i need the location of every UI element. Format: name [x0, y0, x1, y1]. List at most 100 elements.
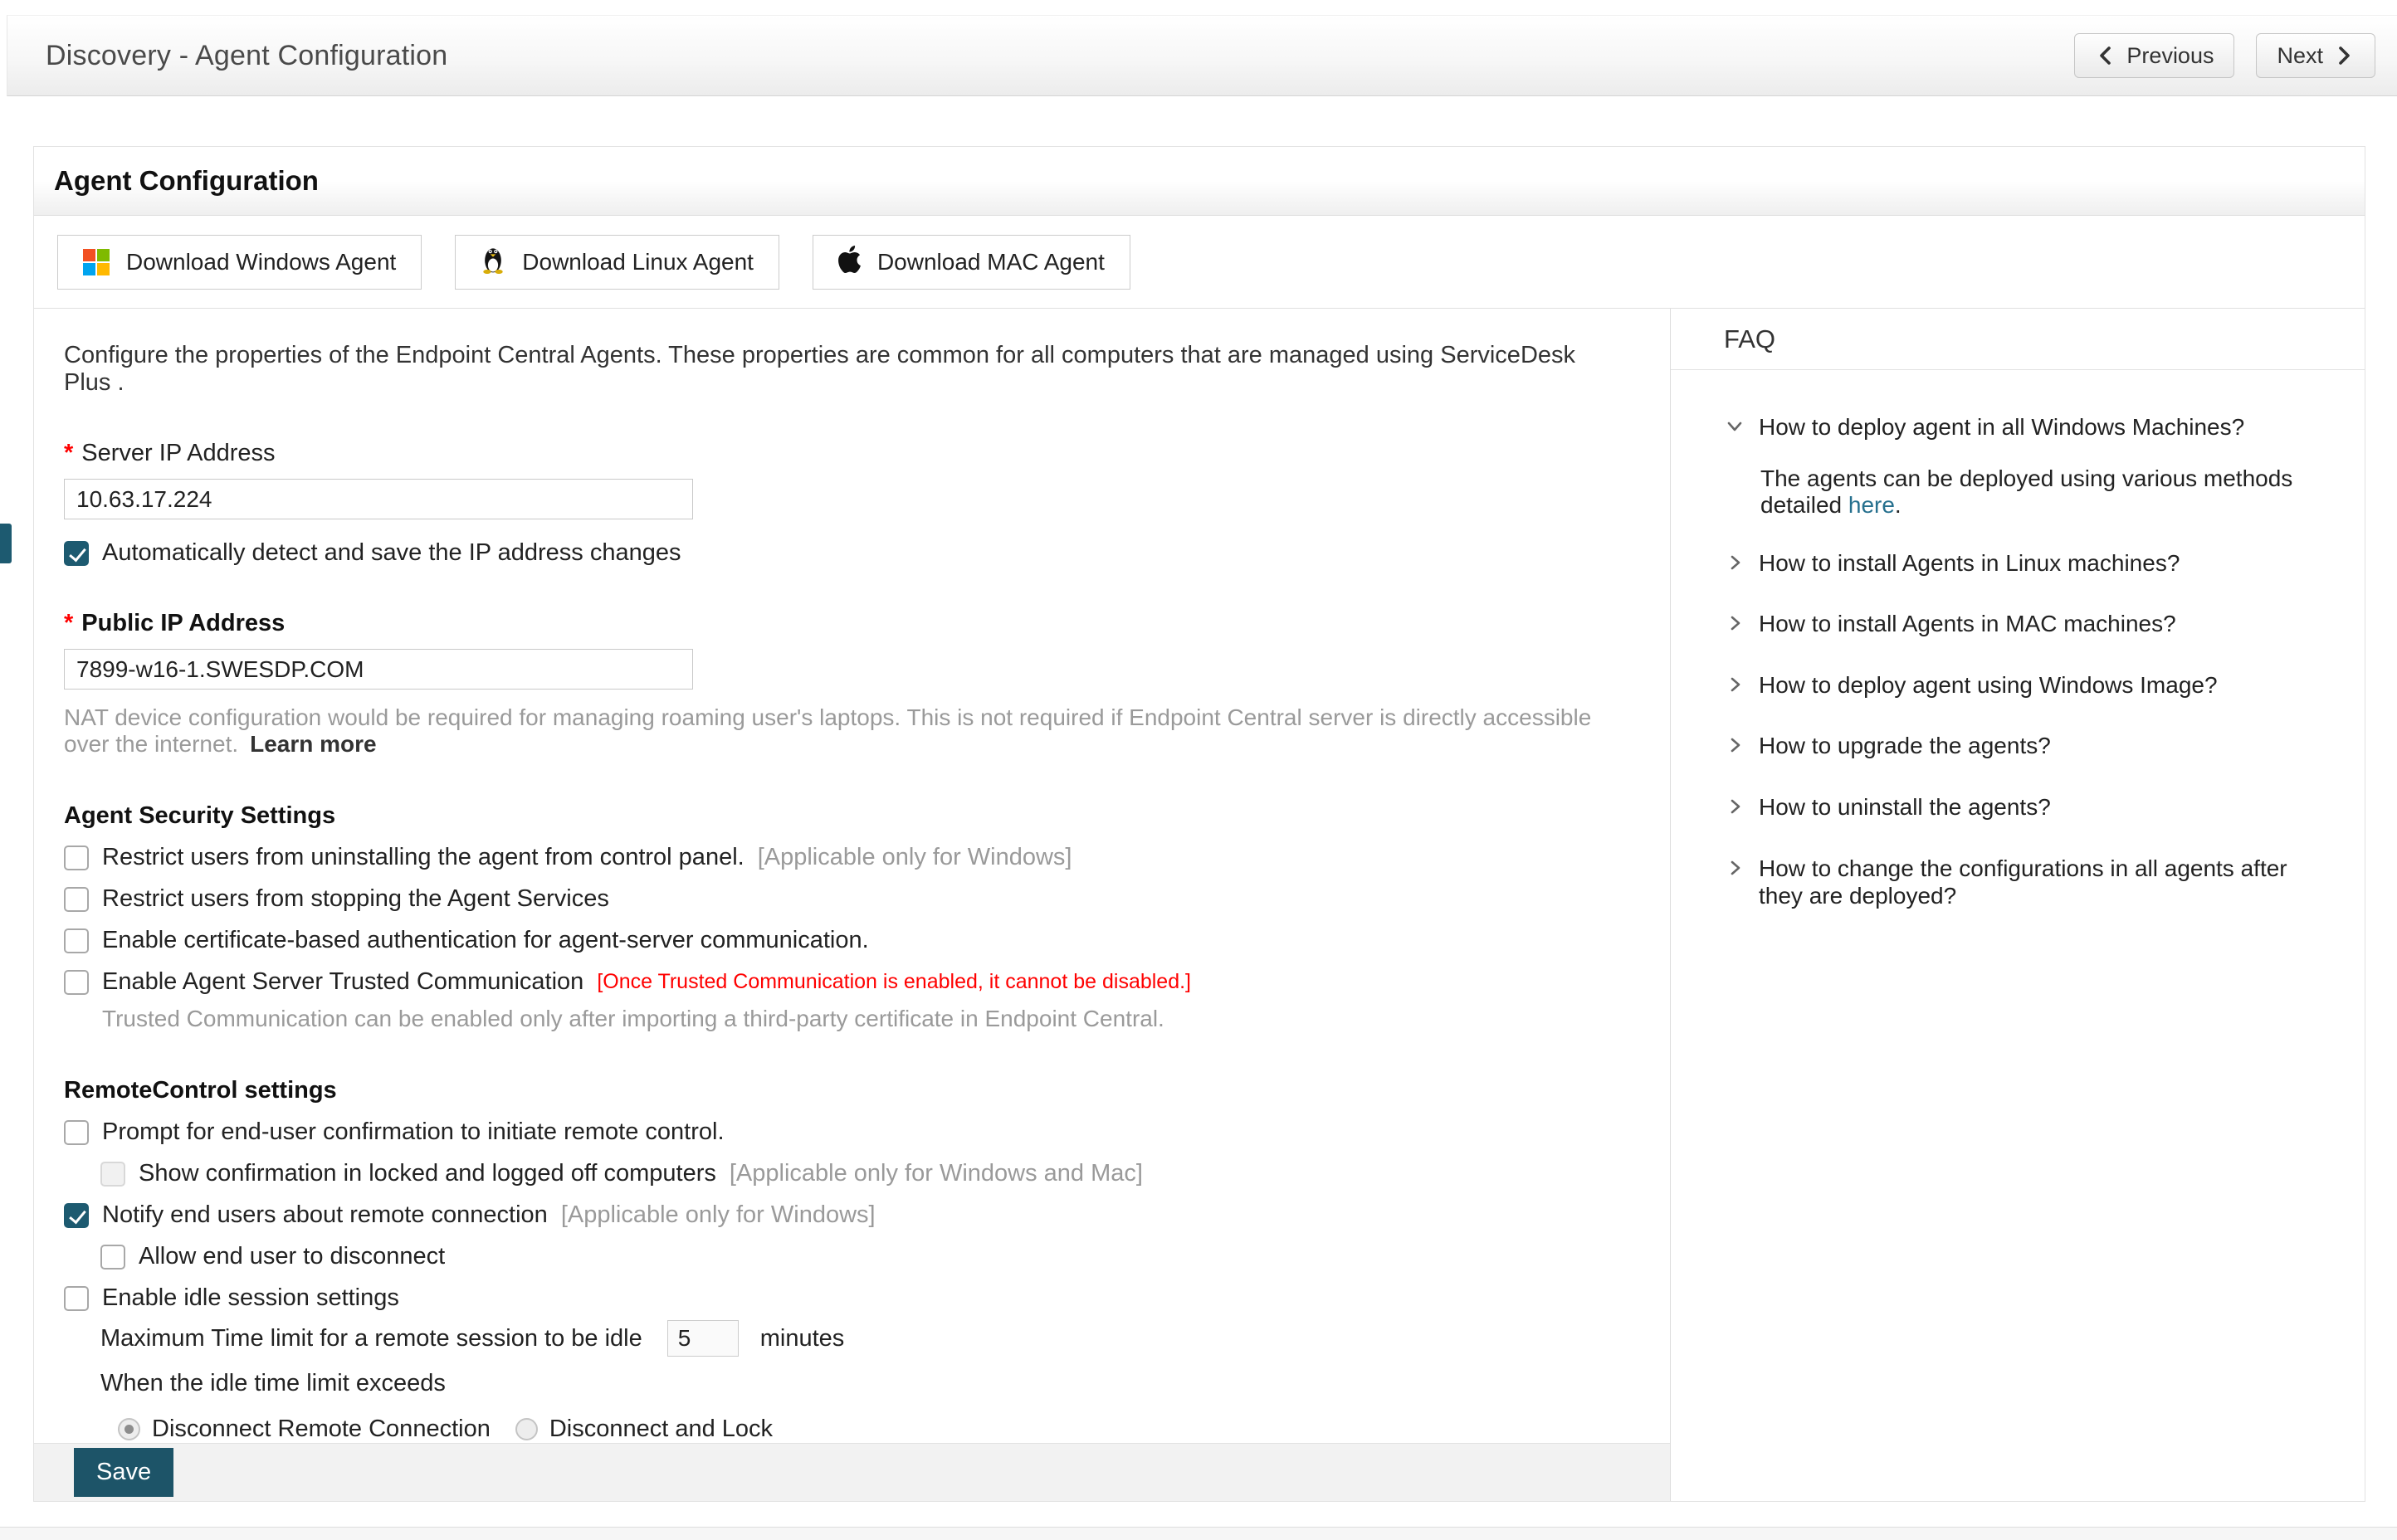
faq-list: How to deploy agent in all Windows Machi… [1671, 413, 2365, 910]
here-link[interactable]: here [1848, 492, 1895, 518]
auto-detect-checkbox[interactable] [64, 541, 89, 566]
download-linux-agent-label: Download Linux Agent [522, 249, 754, 275]
faq-item: How to install Agents in MAC machines? [1724, 610, 2315, 641]
restrict-stop-services-row[interactable]: Restrict users from stopping the Agent S… [64, 885, 609, 913]
faq-question-deploy-windows[interactable]: How to deploy agent in all Windows Machi… [1724, 413, 2315, 444]
required-asterisk: * [64, 440, 73, 466]
main-form-column: Configure the properties of the Endpoint… [34, 309, 1671, 1501]
agent-configuration-card: Agent Configuration Download Windows Age… [33, 146, 2365, 1502]
cert-auth-checkbox[interactable] [64, 928, 89, 953]
chevron-right-icon [1724, 549, 1745, 580]
faq-question-uninstall-agents[interactable]: How to uninstall the agents? [1724, 793, 2315, 824]
minutes-label: minutes [760, 1325, 845, 1352]
faq-item: How to uninstall the agents? [1724, 793, 2315, 824]
trusted-communication-subnote: Trusted Communication can be enabled onl… [102, 1006, 1620, 1032]
server-ip-input[interactable] [64, 479, 693, 519]
max-idle-input[interactable] [667, 1320, 739, 1357]
learn-more-link[interactable]: Learn more [250, 731, 377, 757]
card-header: Agent Configuration [34, 147, 2365, 216]
next-button-label: Next [2277, 43, 2323, 69]
chevron-right-icon [1724, 671, 1745, 702]
idle-action-radio-group: Disconnect Remote Connection Disconnect … [118, 1416, 1620, 1443]
form-footer: Save [34, 1443, 1670, 1501]
cert-auth-row[interactable]: Enable certificate-based authentication … [64, 927, 869, 954]
card-title: Agent Configuration [54, 165, 319, 197]
restrict-uninstall-row[interactable]: Restrict users from uninstalling the age… [64, 844, 1072, 871]
faq-item: How to deploy agent in all Windows Machi… [1724, 413, 2315, 519]
apple-logo-icon [838, 246, 861, 279]
previous-button[interactable]: Previous [2074, 33, 2234, 78]
auto-detect-row[interactable]: Automatically detect and save the IP add… [64, 539, 681, 567]
disconnect-remote-option[interactable]: Disconnect Remote Connection [118, 1416, 491, 1443]
linux-tux-icon [481, 244, 505, 280]
agent-security-heading: Agent Security Settings [64, 802, 1620, 830]
notify-end-users-checkbox[interactable] [64, 1203, 89, 1228]
windows-logo-icon [83, 249, 110, 275]
server-ip-label: *Server IP Address [64, 440, 1620, 467]
wizard-nav: Previous Next [2074, 33, 2375, 78]
download-windows-agent-label: Download Windows Agent [126, 249, 396, 275]
max-idle-row: Maximum Time limit for a remote session … [100, 1320, 1620, 1357]
show-confirmation-checkbox[interactable] [100, 1162, 125, 1187]
prompt-confirmation-row[interactable]: Prompt for end-user confirmation to init… [64, 1118, 725, 1146]
restrict-stop-services-checkbox[interactable] [64, 887, 89, 912]
trusted-communication-checkbox[interactable] [64, 970, 89, 995]
faq-question-upgrade-agents[interactable]: How to upgrade the agents? [1724, 732, 2315, 763]
page-footer-strip [0, 1527, 2397, 1540]
public-ip-input[interactable] [64, 649, 693, 690]
faq-item: How to change the configurations in all … [1724, 855, 2315, 910]
main-form-body: Configure the properties of the Endpoint… [34, 309, 1670, 1443]
max-idle-label: Maximum Time limit for a remote session … [100, 1325, 642, 1352]
download-mac-agent-label: Download MAC Agent [877, 249, 1105, 275]
trusted-communication-warning: [Once Trusted Communication is enabled, … [597, 970, 1191, 994]
faq-question-windows-image[interactable]: How to deploy agent using Windows Image? [1724, 671, 2315, 702]
show-confirmation-row[interactable]: Show confirmation in locked and logged o… [100, 1160, 1143, 1187]
side-panel-tab[interactable] [0, 524, 12, 563]
idle-session-checkbox[interactable] [64, 1286, 89, 1311]
allow-disconnect-row[interactable]: Allow end user to disconnect [100, 1243, 445, 1270]
notify-end-users-row[interactable]: Notify end users about remote connection… [64, 1201, 876, 1229]
allow-disconnect-checkbox[interactable] [100, 1245, 125, 1270]
disconnect-remote-radio[interactable] [118, 1418, 140, 1440]
auto-detect-label: Automatically detect and save the IP add… [102, 539, 681, 567]
faq-question-install-linux[interactable]: How to install Agents in Linux machines? [1724, 549, 2315, 580]
chevron-right-icon [2333, 44, 2355, 67]
chevron-right-icon [1724, 793, 1745, 824]
applicable-note: [Applicable only for Windows and Mac] [730, 1160, 1143, 1187]
content-row: Configure the properties of the Endpoint… [34, 309, 2365, 1501]
restrict-uninstall-checkbox[interactable] [64, 846, 89, 870]
idle-session-row[interactable]: Enable idle session settings [64, 1284, 399, 1312]
applicable-note: [Applicable only for Windows] [758, 844, 1072, 871]
remote-control-heading: RemoteControl settings [64, 1077, 1620, 1104]
faq-answer: The agents can be deployed using various… [1760, 465, 2315, 519]
download-windows-agent-button[interactable]: Download Windows Agent [57, 235, 422, 290]
faq-question-change-configurations[interactable]: How to change the configurations in all … [1724, 855, 2315, 910]
faq-item: How to upgrade the agents? [1724, 732, 2315, 763]
faq-item: How to deploy agent using Windows Image? [1724, 671, 2315, 702]
nat-note: NAT device configuration would be requir… [64, 704, 1620, 758]
faq-panel: FAQ How to deploy agent in all Windows M… [1671, 309, 2365, 1501]
save-button[interactable]: Save [74, 1448, 173, 1497]
required-asterisk: * [64, 610, 73, 636]
page-title: Discovery - Agent Configuration [46, 40, 2074, 72]
chevron-right-icon [1724, 610, 1745, 641]
download-mac-agent-button[interactable]: Download MAC Agent [813, 235, 1130, 290]
chevron-left-icon [2095, 44, 2116, 67]
intro-text: Configure the properties of the Endpoint… [64, 342, 1620, 397]
public-ip-label: *Public IP Address [64, 610, 1620, 637]
page-header: Discovery - Agent Configuration Previous… [7, 15, 2397, 96]
faq-question-install-mac[interactable]: How to install Agents in MAC machines? [1724, 610, 2315, 641]
trusted-communication-row[interactable]: Enable Agent Server Trusted Communicatio… [64, 968, 1191, 996]
faq-item: How to install Agents in Linux machines? [1724, 549, 2315, 580]
download-linux-agent-button[interactable]: Download Linux Agent [455, 235, 779, 290]
chevron-down-icon [1724, 413, 1745, 444]
disconnect-and-lock-radio[interactable] [515, 1418, 538, 1440]
prompt-confirmation-checkbox[interactable] [64, 1120, 89, 1145]
previous-button-label: Previous [2126, 43, 2214, 69]
next-button[interactable]: Next [2256, 33, 2375, 78]
disconnect-and-lock-option[interactable]: Disconnect and Lock [515, 1416, 773, 1443]
applicable-note: [Applicable only for Windows] [561, 1201, 876, 1229]
faq-title: FAQ [1671, 309, 2365, 370]
chevron-right-icon [1724, 732, 1745, 763]
when-exceeds-label: When the idle time limit exceeds [100, 1370, 1620, 1397]
